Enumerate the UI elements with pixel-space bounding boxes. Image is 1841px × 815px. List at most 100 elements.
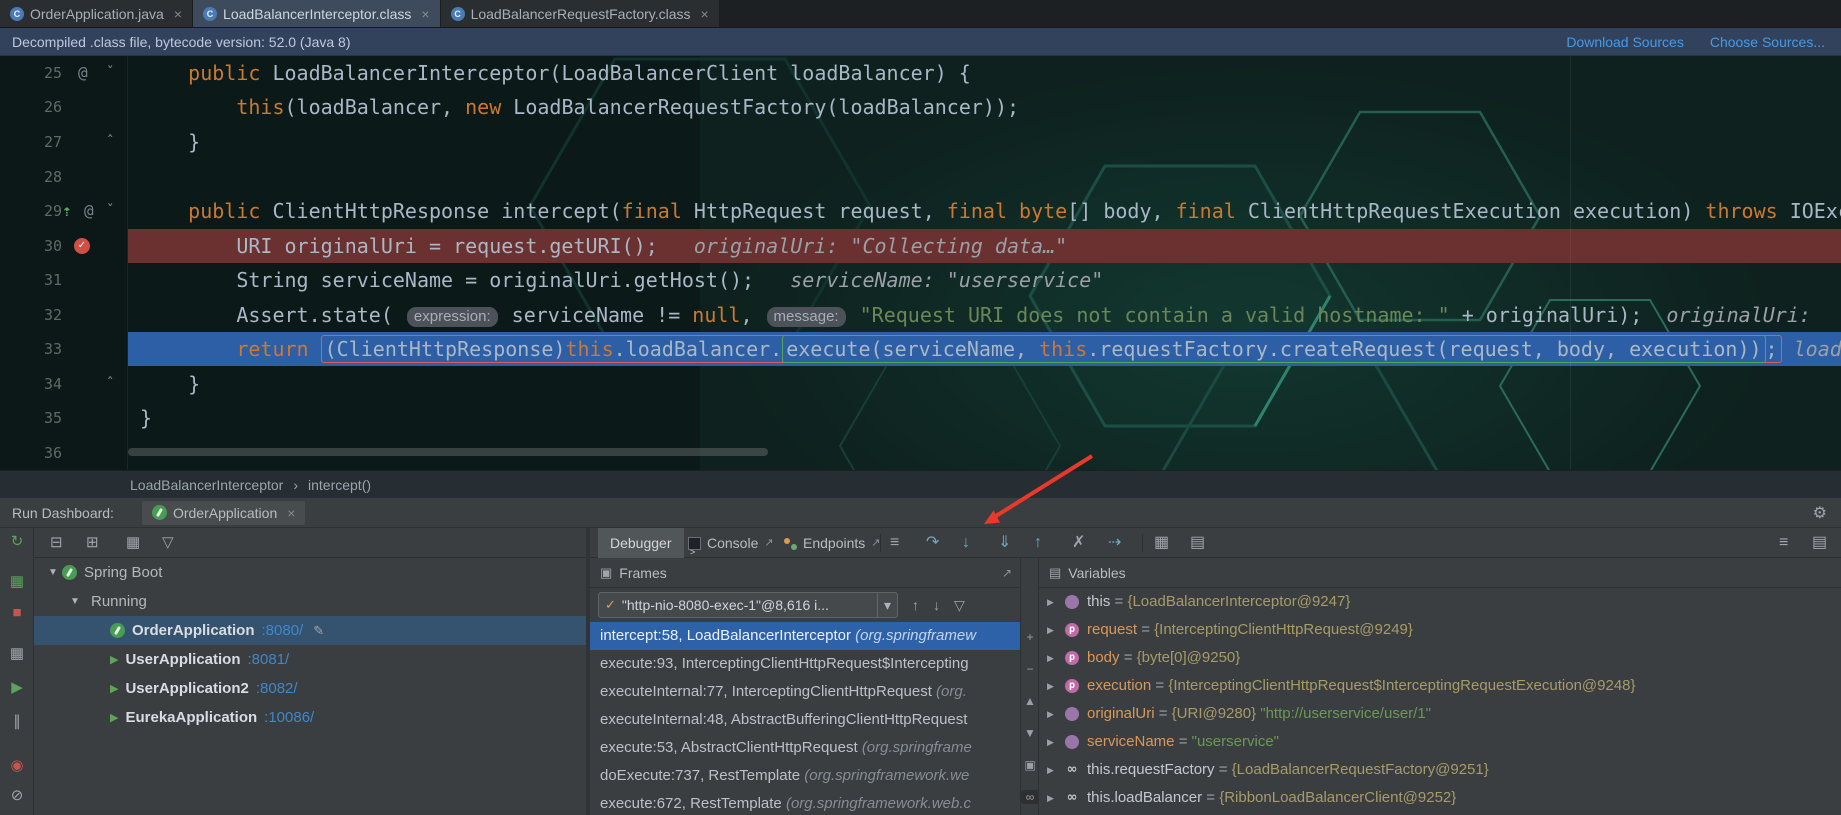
tab-debugger[interactable]: Debugger <box>598 528 684 558</box>
variable-row-body[interactable]: ▶ p body = {byte[0]@9250} <box>1039 644 1841 672</box>
fold-close-icon[interactable]: ˆ <box>106 367 114 401</box>
horizontal-scrollbar[interactable] <box>128 448 768 456</box>
filter-button[interactable]: ▽ <box>162 528 174 558</box>
tab-endpoints[interactable]: Endpoints ↗ <box>772 528 893 558</box>
breadcrumb-method[interactable]: intercept() <box>308 477 371 493</box>
stop-button[interactable]: ■ <box>0 604 34 621</box>
tree-item-eurekaapplication[interactable]: ▶ EurekaApplication :10086/ <box>34 703 586 732</box>
hamburger-menu-button[interactable]: ≡ <box>890 528 899 558</box>
scroll-up-button[interactable]: ▲ <box>1021 694 1039 708</box>
gear-icon[interactable]: ⚙ <box>1813 503 1827 523</box>
stack-frame[interactable]: doExecute:737, RestTemplate (org.springf… <box>590 762 1020 790</box>
next-frame-button[interactable]: ↓ <box>933 597 940 613</box>
variable-row-originaluri[interactable]: ▶ originalUri = {URI@9280} "http://users… <box>1039 700 1841 728</box>
stack-frame[interactable]: executeInternal:48, AbstractBufferingCli… <box>590 706 1020 734</box>
force-step-into-button[interactable]: ⇓ <box>998 528 1011 558</box>
download-sources-link[interactable]: Download Sources <box>1566 34 1684 50</box>
tree-item-running[interactable]: ▼ Running <box>34 587 586 616</box>
expand-all-button[interactable]: ⊞ <box>86 528 99 558</box>
annotation-icon[interactable]: @ <box>84 194 94 228</box>
layout-panel-icon[interactable]: ▤ <box>1812 528 1827 558</box>
close-icon[interactable]: × <box>421 6 429 22</box>
variable-row-request[interactable]: ▶ p request = {InterceptingClientHttpReq… <box>1039 616 1841 644</box>
expander-icon[interactable]: ▶ <box>1047 588 1054 616</box>
trace-settings-button[interactable]: ▤ <box>1190 528 1205 558</box>
previous-frame-button[interactable]: ↑ <box>912 597 919 613</box>
fold-open-icon[interactable]: ˇ <box>106 56 114 90</box>
tree-item-orderapplication[interactable]: OrderApplication :8080/ ✎ <box>34 616 586 645</box>
drop-frame-button[interactable]: ✗ <box>1072 528 1085 558</box>
stack-frame[interactable]: execute:672, RestTemplate (org.springfra… <box>590 790 1020 815</box>
tab-console[interactable]: Console ↗ <box>676 528 786 567</box>
group-by-button[interactable]: ▦ <box>126 528 140 558</box>
tree-item-userapplication2[interactable]: ▶ UserApplication2 :8082/ <box>34 674 586 703</box>
fold-open-icon[interactable]: ˇ <box>106 194 114 228</box>
copy-stack-button[interactable]: ▣ <box>1021 758 1039 772</box>
variable-row-execution[interactable]: ▶ p execution = {InterceptingClientHttpR… <box>1039 672 1841 700</box>
variable-row-servicename[interactable]: ▶ serviceName = "userservice" <box>1039 728 1841 756</box>
tab-loadbalancerrequestfactory-class[interactable]: C LoadBalancerRequestFactory.class × <box>440 0 720 27</box>
stack-frame[interactable]: execute:93, InterceptingClientHttpReques… <box>590 650 1020 678</box>
step-over-button[interactable]: ↷ <box>926 528 939 558</box>
expander-icon[interactable]: ▼ <box>70 596 84 607</box>
close-icon[interactable]: × <box>701 6 709 22</box>
variable-row-requestfactory[interactable]: ▶ ∞ this.requestFactory = {LoadBalancerR… <box>1039 756 1841 784</box>
hide-frames-filter-button[interactable]: ▽ <box>954 597 965 614</box>
port-link[interactable]: :8080/ <box>262 622 304 639</box>
tab-orderapplication-java[interactable]: C OrderApplication.java × <box>0 0 194 27</box>
dashboard-grid-button[interactable]: ▦ <box>0 572 34 590</box>
expander-icon[interactable]: ▶ <box>1047 728 1054 756</box>
collapse-all-button[interactable]: ⊟ <box>50 528 63 558</box>
mute-breakpoints-button[interactable]: ⊘ <box>0 786 34 804</box>
tree-item-spring-boot[interactable]: ▼ Spring Boot <box>34 558 586 587</box>
expander-icon[interactable]: ▶ <box>1047 616 1054 644</box>
expander-icon[interactable]: ▶ <box>1047 784 1054 812</box>
execute-call: execute(serviceName, <box>786 337 1040 361</box>
annotation-icon[interactable]: @ <box>78 56 88 90</box>
code-editor[interactable]: 25 @ ˇ public LoadBalancerInterceptor(Lo… <box>0 56 1841 470</box>
tree-item-userapplication[interactable]: ▶ UserApplication :8081/ <box>34 645 586 674</box>
show-all-frames-toggle[interactable]: ∞ <box>1021 790 1039 804</box>
expander-icon[interactable]: ▼ <box>48 567 62 578</box>
code-text: return (ClientHttpResponse)this.loadBala… <box>140 332 1841 366</box>
menu-icon[interactable]: ≡ <box>1779 528 1788 558</box>
variable-row-this[interactable]: ▶ this = {LoadBalancerInterceptor@9247} <box>1039 588 1841 616</box>
stack-frame[interactable]: intercept:58, LoadBalancerInterceptor (o… <box>590 622 1020 650</box>
expander-icon[interactable]: ▶ <box>1047 700 1054 728</box>
close-icon[interactable]: × <box>287 505 295 521</box>
resume-button[interactable]: ▶ <box>0 678 34 696</box>
stack-frame[interactable]: execute:53, AbstractClientHttpRequest (o… <box>590 734 1020 762</box>
fold-close-icon[interactable]: ˆ <box>106 125 114 159</box>
tab-loadbalancerinterceptor-class[interactable]: C LoadBalancerInterceptor.class × <box>193 0 441 27</box>
port-link[interactable]: :8081/ <box>248 651 290 668</box>
run-dashboard-tab-orderapplication[interactable]: OrderApplication × <box>141 500 306 525</box>
run-icon: ▶ <box>110 712 119 724</box>
add-button[interactable]: + <box>1021 630 1039 644</box>
view-breakpoints-button[interactable]: ◉ <box>0 756 34 774</box>
breadcrumb-class[interactable]: LoadBalancerInterceptor <box>130 477 283 493</box>
remove-button[interactable]: − <box>1021 662 1039 676</box>
expander-icon[interactable]: ▶ <box>1047 672 1054 700</box>
choose-sources-link[interactable]: Choose Sources... <box>1710 34 1825 50</box>
expander-icon[interactable]: ▶ <box>1047 644 1054 672</box>
breakpoint-icon[interactable]: ✓ <box>74 238 90 254</box>
rerun-button[interactable]: ↻ <box>0 532 34 550</box>
step-into-button[interactable]: ↓ <box>962 528 970 558</box>
thread-dropdown[interactable]: ✓ "http-nio-8080-exec-1"@8,616 i... ▾ <box>598 592 898 618</box>
port-link[interactable]: :8082/ <box>256 680 298 697</box>
variable-row-loadbalancer[interactable]: ▶ ∞ this.loadBalancer = {RibbonLoadBalan… <box>1039 784 1841 812</box>
step-out-button[interactable]: ↑ <box>1034 528 1042 558</box>
restore-layout-button[interactable]: ▦ <box>0 644 34 662</box>
scroll-down-button[interactable]: ▼ <box>1021 726 1039 740</box>
run-to-cursor-button[interactable]: ⇢ <box>1108 528 1121 558</box>
evaluate-expression-button[interactable]: ▦ <box>1154 528 1169 558</box>
pause-button[interactable]: ∥ <box>0 712 34 730</box>
external-icon[interactable]: ↗ <box>1002 558 1012 588</box>
edit-icon[interactable]: ✎ <box>313 623 324 639</box>
close-icon[interactable]: × <box>174 6 182 22</box>
stack-frame[interactable]: executeInternal:77, InterceptingClientHt… <box>590 678 1020 706</box>
expander-icon[interactable]: ▶ <box>1047 756 1054 784</box>
chevron-down-icon[interactable]: ▾ <box>877 593 897 617</box>
implementing-method-icon[interactable]: ⇡ <box>62 194 72 228</box>
port-link[interactable]: :10086/ <box>264 709 314 726</box>
